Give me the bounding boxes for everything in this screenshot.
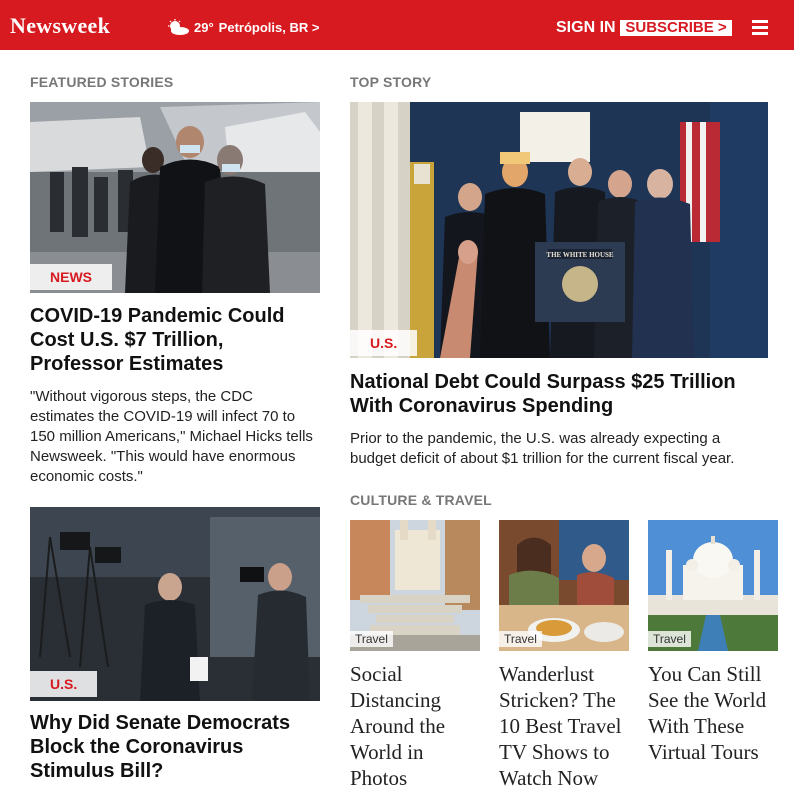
weather-widget[interactable]: 29° Petrópolis, BR > [166,19,319,35]
featured-story-1-category-tag[interactable]: NEWS [30,264,112,290]
travel-card-1-title[interactable]: Social Distancing Around the World in Ph… [350,661,480,791]
top-story-image[interactable]: THE WHITE HOUSE [350,102,768,358]
travel-card-3-title[interactable]: You Can Still See the World With These V… [648,661,778,765]
featured-stories-heading: FEATURED STORIES [30,74,174,90]
travel-card-1-tag[interactable]: Travel [350,631,393,647]
travel-card-2-tag[interactable]: Travel [499,631,542,647]
top-story-headline[interactable]: National Debt Could Surpass $25 Trillion… [350,370,768,418]
culture-travel-heading: CULTURE & TRAVEL [350,492,492,508]
podium-sign: THE WHITE HOUSE [546,251,614,259]
featured-story-2-headline[interactable]: Why Did Senate Democrats Block the Coron… [30,711,320,783]
partly-cloudy-icon [168,19,189,35]
featured-story-2-category-tag[interactable]: U.S. [30,671,98,697]
newsweek-logo[interactable]: Newsweek [10,13,110,39]
travel-card-2-title[interactable]: Wanderlust Stricken? The 10 Best Travel … [499,661,629,791]
top-story-heading: TOP STORY [350,74,432,90]
weather-temperature: 29° [194,19,214,35]
sign-in-link[interactable]: SIGN IN [556,19,616,37]
travel-card-3-tag[interactable]: Travel [648,631,691,647]
top-nav-bar: Newsweek 29° Petrópolis, BR > SIGN IN SU… [0,0,794,50]
top-story-summary: Prior to the pandemic, the U.S. was alre… [350,430,735,467]
weather-city[interactable]: Petrópolis, BR > [219,20,320,35]
featured-story-1-headline[interactable]: COVID-19 Pandemic Could Cost U.S. $7 Tri… [30,304,320,376]
featured-story-1-summary: "Without vigorous steps, the CDC estimat… [30,388,313,485]
hamburger-menu-icon[interactable] [752,20,768,35]
top-story-category-tag[interactable]: U.S. [350,330,418,356]
subscribe-button[interactable]: SUBSCRIBE > [620,20,732,36]
